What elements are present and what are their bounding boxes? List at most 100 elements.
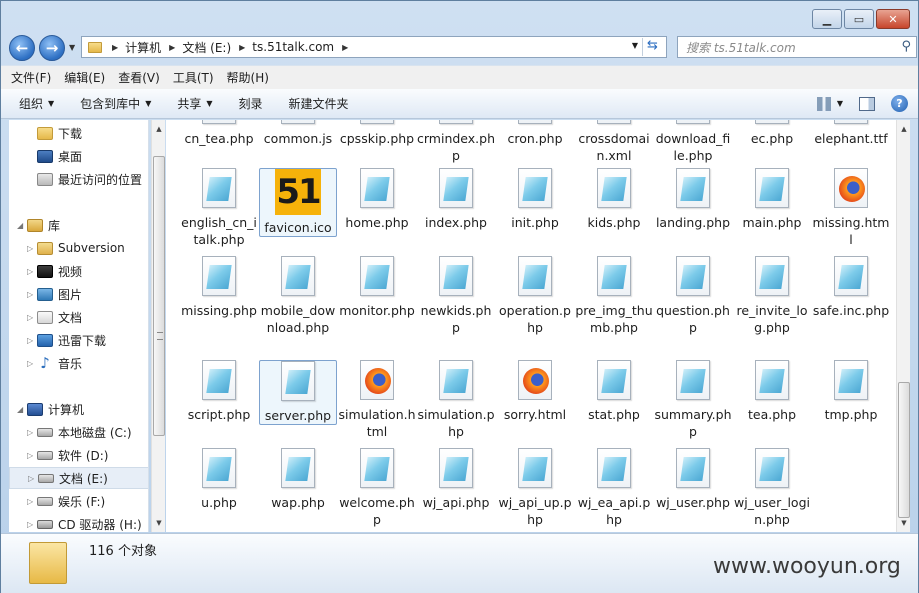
expand-arrow-icon[interactable]: ▷ <box>27 313 37 322</box>
back-button[interactable]: ← <box>9 35 35 61</box>
address-bar[interactable]: ▶ 计算机 ▶ 文档 (E:) ▶ ts.51talk.com ▶ ▼ ⇆ <box>81 36 667 58</box>
expand-arrow-icon[interactable]: ▷ <box>27 267 37 276</box>
expand-arrow-icon[interactable]: ▷ <box>27 497 37 506</box>
file-item[interactable]: u.php <box>180 448 258 511</box>
file-item[interactable]: pre_img_thumb.php <box>575 256 653 336</box>
file-item[interactable]: script.php <box>180 360 258 423</box>
expand-arrow-icon[interactable]: ▷ <box>27 428 37 437</box>
breadcrumb-current-folder[interactable]: ts.51talk.com ▶ <box>252 40 355 54</box>
file-item[interactable]: tmp.php <box>812 360 890 423</box>
burn-button[interactable]: 刻录 <box>239 95 263 112</box>
file-item[interactable]: download_file.php <box>654 120 732 164</box>
forward-button[interactable]: → <box>39 35 65 61</box>
maximize-button[interactable]: ▭ <box>844 9 874 29</box>
file-item[interactable]: welcome.php <box>338 448 416 528</box>
file-item[interactable]: wj_user.php <box>654 448 732 511</box>
include-in-library-button[interactable]: 包含到库中 ▼ <box>80 95 151 112</box>
expand-arrow-icon[interactable]: ▷ <box>27 520 37 529</box>
file-item[interactable]: common.js <box>259 120 337 147</box>
scroll-up-icon[interactable]: ▲ <box>897 122 911 136</box>
sidebar-item-music[interactable]: ▷ ♪ 音乐 <box>9 352 148 374</box>
minimize-button[interactable]: ▁ <box>812 9 842 29</box>
breadcrumb-chevron-icon[interactable]: ▶ <box>342 43 348 52</box>
breadcrumb-drive-e[interactable]: 文档 (E:) ▶ <box>182 39 252 56</box>
preview-pane-icon[interactable] <box>859 96 875 111</box>
menu-tools[interactable]: 工具(T) <box>173 69 214 86</box>
sidebar-item-documents[interactable]: ▷ 文档 <box>9 306 148 328</box>
file-item[interactable]: server.php <box>259 360 337 425</box>
collapse-arrow-icon[interactable]: ◢ <box>17 221 27 230</box>
menu-help[interactable]: 帮助(H) <box>227 69 269 86</box>
sidebar-item-desktop[interactable]: 桌面 <box>9 145 148 167</box>
menu-file[interactable]: 文件(F) <box>11 69 51 86</box>
expand-arrow-icon[interactable]: ▷ <box>27 359 37 368</box>
help-icon[interactable]: ? <box>891 95 908 112</box>
organize-button[interactable]: 组织 ▼ <box>19 95 54 112</box>
file-list-scrollbar[interactable]: ▲ ▼ <box>896 120 910 532</box>
file-item[interactable]: init.php <box>496 168 574 231</box>
breadcrumb-chevron-icon[interactable]: ▶ <box>169 43 175 52</box>
expand-arrow-icon[interactable]: ▷ <box>27 290 37 299</box>
change-view-button[interactable]: ▼ <box>816 96 843 111</box>
file-item[interactable]: tea.php <box>733 360 811 423</box>
expand-arrow-icon[interactable]: ▷ <box>27 336 37 345</box>
breadcrumb-chevron-icon[interactable]: ▶ <box>112 43 118 52</box>
sidebar-item-cd-drive-h[interactable]: ▷ CD 驱动器 (H:) <box>9 513 148 532</box>
file-item[interactable]: cron.php <box>496 120 574 147</box>
sidebar-item-drive-c[interactable]: ▷ 本地磁盘 (C:) <box>9 421 148 443</box>
share-button[interactable]: 共享 ▼ <box>177 95 212 112</box>
sidebar-item-xunlei-downloads[interactable]: ▷ 迅雷下载 <box>9 329 148 351</box>
recent-pages-dropdown-icon[interactable]: ▼ <box>69 43 75 52</box>
file-item[interactable]: missing.php <box>180 256 258 319</box>
close-button[interactable]: ✕ <box>876 9 910 29</box>
menu-view[interactable]: 查看(V) <box>118 69 160 86</box>
file-item[interactable]: home.php <box>338 168 416 231</box>
expand-arrow-icon[interactable]: ▷ <box>28 474 38 483</box>
sidebar-item-drive-d[interactable]: ▷ 软件 (D:) <box>9 444 148 466</box>
file-item[interactable]: wj_api_up.php <box>496 448 574 528</box>
file-item[interactable]: mobile_download.php <box>259 256 337 336</box>
sidebar-item-recent-places[interactable]: 最近访问的位置 <box>9 168 148 190</box>
scroll-up-icon[interactable]: ▲ <box>152 122 166 136</box>
file-item[interactable]: index.php <box>417 168 495 231</box>
sidebar-item-videos[interactable]: ▷ 视频 <box>9 260 148 282</box>
address-dropdown-icon[interactable]: ▼ <box>632 41 638 50</box>
file-item[interactable]: stat.php <box>575 360 653 423</box>
expand-arrow-icon[interactable]: ▷ <box>27 244 37 253</box>
file-item[interactable]: cn_tea.php <box>180 120 258 147</box>
breadcrumb-chevron-icon[interactable]: ▶ <box>239 43 245 52</box>
file-item[interactable]: question.php <box>654 256 732 336</box>
file-item[interactable]: wj_user_login.php <box>733 448 811 528</box>
file-item[interactable]: wj_ea_api.php <box>575 448 653 528</box>
sidebar-item-drive-f[interactable]: ▷ 娱乐 (F:) <box>9 490 148 512</box>
scrollbar-thumb[interactable] <box>898 382 910 518</box>
file-item[interactable]: elephant.ttf <box>812 120 890 147</box>
new-folder-button[interactable]: 新建文件夹 <box>289 95 349 112</box>
sidebar-item-computer[interactable]: ◢ 计算机 <box>9 398 148 420</box>
navigation-pane-scrollbar[interactable]: ▲ ▼ <box>151 120 165 532</box>
file-item[interactable]: wj_api.php <box>417 448 495 511</box>
file-item[interactable]: landing.php <box>654 168 732 231</box>
file-item[interactable]: re_invite_log.php <box>733 256 811 336</box>
file-item[interactable]: ec.php <box>733 120 811 147</box>
scroll-down-icon[interactable]: ▼ <box>152 516 166 530</box>
breadcrumb-computer[interactable]: 计算机 ▶ <box>125 39 182 56</box>
expand-arrow-icon[interactable]: ▷ <box>27 451 37 460</box>
file-item[interactable]: simulation.html <box>338 360 416 440</box>
file-item[interactable]: english_cn_italk.php <box>180 168 258 248</box>
collapse-arrow-icon[interactable]: ◢ <box>17 405 27 414</box>
file-item[interactable]: 51 favicon.ico <box>259 168 337 237</box>
scrollbar-thumb[interactable] <box>153 156 165 436</box>
menu-edit[interactable]: 编辑(E) <box>64 69 105 86</box>
file-item[interactable]: summary.php <box>654 360 732 440</box>
sidebar-item-downloads[interactable]: 下载 <box>9 122 148 144</box>
sidebar-item-pictures[interactable]: ▷ 图片 <box>9 283 148 305</box>
file-item[interactable]: main.php <box>733 168 811 231</box>
file-item[interactable]: crossdomain.xml <box>575 120 653 164</box>
file-item[interactable]: operation.php <box>496 256 574 336</box>
search-input[interactable]: 搜索 ts.51talk.com ⚲ <box>677 36 917 58</box>
file-item[interactable]: cpsskip.php <box>338 120 416 147</box>
sidebar-item-subversion[interactable]: ▷ Subversion <box>9 237 148 259</box>
file-item[interactable]: monitor.php <box>338 256 416 319</box>
file-item[interactable]: wap.php <box>259 448 337 511</box>
